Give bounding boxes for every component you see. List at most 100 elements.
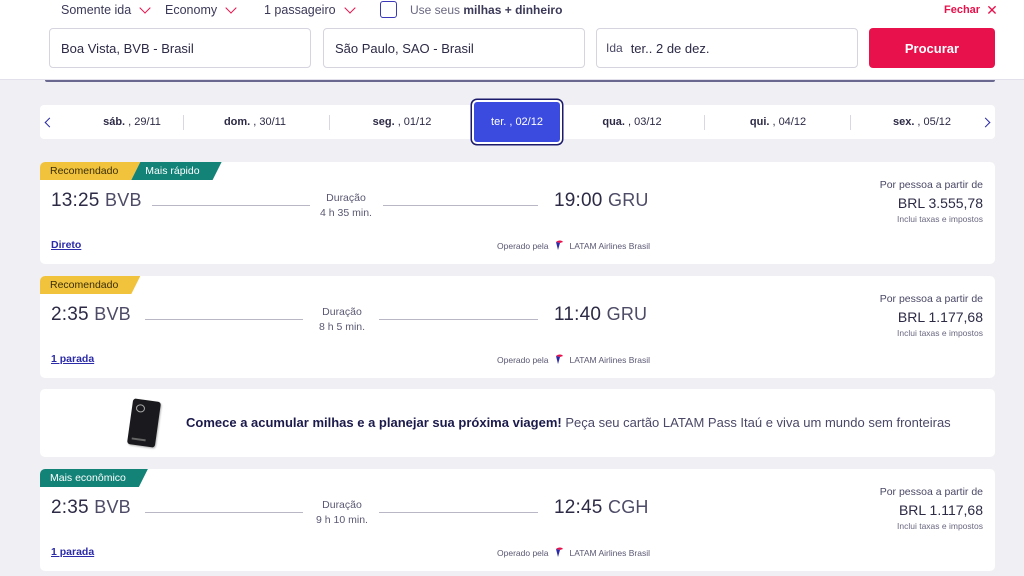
credit-card-image: [126, 398, 162, 448]
origin-value: Boa Vista, BVB - Brasil: [61, 40, 194, 56]
duration-value: 4 h 35 min.: [320, 207, 372, 219]
cabin-dropdown[interactable]: Economy: [165, 2, 237, 17]
destination-field[interactable]: São Paulo, SAO - Brasil: [323, 28, 585, 68]
miles-checkbox[interactable]: [380, 1, 397, 18]
banner-body-text: Peça seu cartão LATAM Pass Itaú e viva u…: [561, 415, 951, 430]
origin-field[interactable]: Boa Vista, BVB - Brasil: [49, 28, 311, 68]
miles-label-bold: milhas + dinheiro: [463, 3, 563, 17]
date-tab[interactable]: sáb., 29/11: [62, 105, 202, 139]
search-panel: Somente ida Economy 1 passageiro Use seu…: [0, 0, 1024, 80]
arrival: 19:00 GRU: [554, 190, 649, 212]
flight-tags: Recomendado Mais rápido: [40, 162, 222, 180]
departure-code: BVB: [105, 190, 142, 210]
price-value: BRL 1.177,68: [897, 309, 983, 325]
date-tab-day: qua.: [602, 116, 625, 128]
flight-card[interactable]: Recomendado 2:35 BVB Duração 8 h 5 min. …: [40, 276, 995, 378]
passengers-label: 1 passageiro: [264, 3, 336, 17]
chevron-left-icon: [44, 117, 55, 127]
departure: 13:25 BVB: [51, 190, 142, 212]
arrival-code: GRU: [606, 304, 648, 324]
date-tab-date: , 30/11: [253, 116, 287, 128]
chevron-down-icon: [139, 2, 151, 14]
flight-tags: Recomendado: [40, 276, 140, 294]
stops-link[interactable]: 1 parada: [51, 546, 94, 558]
airline-name: LATAM Airlines Brasil: [569, 547, 650, 558]
flight-card[interactable]: Recomendado Mais rápido 13:25 BVB Duraçã…: [40, 162, 995, 264]
close-button[interactable]: Fechar ✕: [944, 2, 998, 18]
duration: Duração 4 h 35 min.: [306, 191, 386, 221]
date-tab-day: ter.: [491, 116, 507, 128]
airline-name: LATAM Airlines Brasil: [569, 354, 650, 365]
flight-card[interactable]: Mais econômico 2:35 BVB Duração 9 h 10 m…: [40, 469, 995, 571]
date-tab-date: , 01/12: [397, 116, 432, 128]
stops-link[interactable]: Direto: [51, 239, 81, 251]
date-tab[interactable]: qua., 03/12: [562, 105, 702, 139]
tax-note: Inclui taxas e impostos: [897, 521, 983, 531]
divider: [145, 512, 303, 513]
duration-label: Duração: [326, 192, 366, 204]
operated-by-label: Operado pela: [497, 354, 549, 365]
date-tab[interactable]: qui., 04/12: [708, 105, 848, 139]
divider: [183, 115, 184, 130]
date-field[interactable]: Ida ter.. 2 de dez.: [596, 28, 858, 68]
latam-logo-icon: [555, 547, 563, 557]
miles-label-prefix: Use seus: [410, 3, 461, 17]
previous-dates-button[interactable]: [40, 105, 56, 139]
arrival: 11:40 GRU: [554, 304, 647, 326]
arrival-code: CGH: [608, 497, 649, 517]
airline-name: LATAM Airlines Brasil: [569, 240, 650, 251]
date-tab-date: , 29/11: [128, 116, 161, 128]
date-tab-day: qui.: [749, 116, 770, 128]
trip-type-dropdown[interactable]: Somente ida: [61, 2, 151, 17]
latam-logo-icon: [555, 240, 563, 250]
divider: [45, 80, 995, 82]
duration: Duração 8 h 5 min.: [302, 305, 382, 335]
date-tab-day: sex.: [892, 116, 915, 128]
departure-time: 2:35: [51, 304, 89, 325]
chevron-right-icon: [980, 117, 991, 127]
search-button[interactable]: Procurar: [869, 28, 995, 68]
departure-code: BVB: [94, 304, 131, 324]
chevron-down-icon: [225, 2, 237, 14]
stops-link[interactable]: 1 parada: [51, 353, 94, 365]
date-tab[interactable]: sex., 05/12: [852, 105, 992, 139]
passengers-dropdown[interactable]: 1 passageiro: [264, 2, 356, 17]
date-tab-date: , 02/12: [509, 116, 543, 128]
chevron-down-icon: [343, 2, 356, 14]
destination-value: São Paulo, SAO - Brasil: [335, 40, 474, 56]
operator-info: Operado pela LATAM Airlines Brasil: [497, 547, 650, 558]
fastest-badge: Mais rápido: [131, 162, 221, 180]
date-field-label: Ida: [606, 41, 623, 55]
price-label: Por pessoa a partir de: [879, 179, 983, 191]
operator-info: Operado pela LATAM Airlines Brasil: [497, 354, 650, 365]
date-tab-selected[interactable]: ter., 02/12: [474, 102, 560, 142]
date-tab[interactable]: seg., 01/12: [332, 105, 472, 139]
departure-code: BVB: [94, 497, 131, 517]
duration-value: 8 h 5 min.: [318, 321, 366, 333]
operated-by-label: Operado pela: [497, 547, 549, 558]
recommended-badge: Recomendado: [40, 276, 140, 294]
date-tab[interactable]: dom., 30/11: [185, 105, 325, 139]
close-icon: ✕: [986, 2, 998, 18]
cheapest-badge: Mais econômico: [40, 469, 148, 487]
operated-by-label: Operado pela: [497, 240, 549, 251]
divider: [850, 115, 851, 130]
arrival-time: 11:40: [554, 304, 602, 325]
trip-type-label: Somente ida: [61, 3, 132, 17]
promo-banner[interactable]: Comece a acumular milhas e a planejar su…: [40, 389, 995, 457]
date-tab-date: , 05/12: [917, 116, 952, 128]
date-tab-day: seg.: [372, 116, 395, 128]
recommended-badge: Recomendado: [40, 162, 140, 180]
date-tab-day: dom.: [223, 116, 251, 128]
banner-text: Comece a acumular milhas e a planejar su…: [186, 415, 951, 430]
departure: 2:35 BVB: [51, 497, 131, 519]
tax-note: Inclui taxas e impostos: [897, 214, 983, 224]
duration-label: Duração: [322, 499, 362, 511]
arrival: 12:45 CGH: [554, 497, 649, 519]
arrival-time: 19:00: [554, 190, 603, 211]
divider: [145, 319, 303, 320]
latam-logo-icon: [555, 354, 563, 364]
next-dates-button[interactable]: [979, 105, 995, 139]
date-tab-day: sáb.: [103, 116, 126, 128]
price-label: Por pessoa a partir de: [879, 486, 983, 498]
